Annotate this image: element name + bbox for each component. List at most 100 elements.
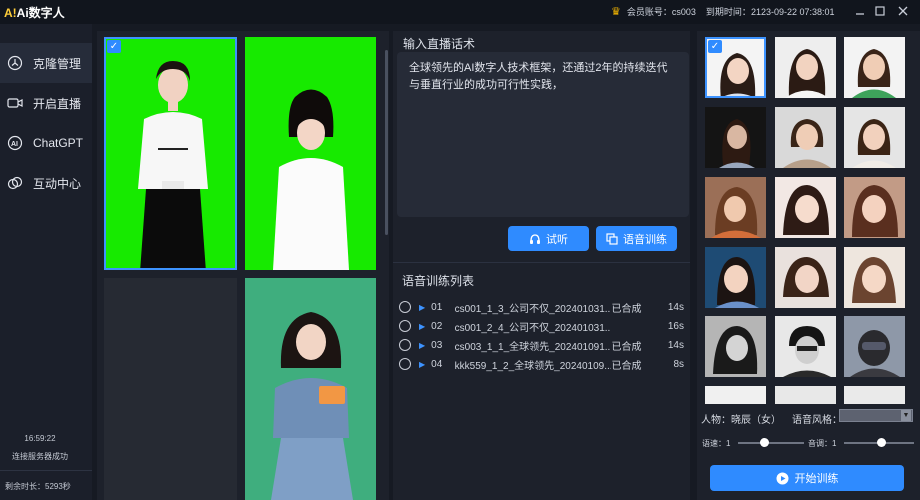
avatar-photo — [719, 119, 755, 168]
interaction-icon — [7, 175, 23, 191]
avatar-figure — [138, 61, 208, 268]
play-icon[interactable]: ▶ — [419, 322, 425, 331]
voice-status: 已合成 — [611, 303, 642, 315]
speed-label: 语速：1 — [702, 439, 731, 448]
voice-list-item[interactable]: ▶ 04 kkk559_1_2_全球领先_20240109... 已合成 8s — [399, 355, 684, 373]
sidebar-item-clone[interactable]: 克隆管理 — [0, 43, 92, 83]
radio-button[interactable] — [399, 358, 411, 370]
clone-icon — [7, 55, 23, 71]
avatar-figure — [273, 89, 349, 270]
title-bar: A!Ai数字人 ♛ 会员账号： cs003 到期时间： 2123-09-22 0… — [0, 0, 920, 24]
voice-list-title: 语音训练列表 — [402, 274, 475, 288]
avatar-photo — [785, 49, 829, 98]
video-thumb-1[interactable]: ✓ — [104, 37, 237, 270]
play-icon[interactable]: ▶ — [419, 303, 425, 312]
avatar-thumb[interactable] — [844, 386, 905, 404]
volume-slider-handle[interactable] — [876, 438, 886, 447]
sidebar-item-interaction[interactable]: 互动中心 — [0, 163, 92, 203]
voice-number: 01 — [431, 301, 443, 313]
avatar-thumb[interactable] — [705, 247, 766, 308]
avatar-thumb[interactable] — [705, 107, 766, 168]
video-thumb-empty[interactable] — [104, 278, 237, 500]
voice-list-item[interactable]: ▶ 02 cs001_2_4_公司不仅_202401031... 16s — [399, 317, 684, 335]
avatar-photo — [783, 326, 831, 377]
voice-name: cs001_1_3_公司不仅_202401031... — [454, 303, 612, 315]
voice-style-select[interactable]: ▼ — [839, 409, 913, 422]
avatar-thumb[interactable] — [775, 316, 836, 377]
maximize-button[interactable] — [871, 3, 889, 21]
voice-number: 04 — [431, 358, 443, 370]
avatar-photo — [850, 330, 900, 377]
voice-duration: 8s — [673, 358, 684, 370]
play-icon[interactable]: ▶ — [419, 360, 425, 369]
voice-name: cs003_1_1_全球领先_202401091... — [454, 341, 612, 353]
start-training-label: 开始训练 — [794, 473, 839, 485]
avatar-photo — [783, 119, 831, 168]
voice-name: kkk559_1_2_全球领先_20240109... — [454, 360, 612, 372]
avatar-thumb[interactable] — [705, 316, 766, 377]
speed-slider[interactable] — [738, 442, 804, 444]
divider — [393, 262, 690, 263]
avatar-thumb[interactable]: ✓ — [705, 37, 766, 98]
video-camera-icon — [7, 95, 23, 111]
app-window: A!Ai数字人 ♛ 会员账号： cs003 到期时间： 2123-09-22 0… — [0, 0, 920, 500]
app-title: Ai数字人 — [16, 6, 65, 20]
account-info: ♛ 会员账号： cs003 到期时间： 2123-09-22 07:38:01 — [611, 5, 835, 18]
speed-slider-handle[interactable] — [759, 438, 769, 447]
avatar-thumb[interactable] — [705, 177, 766, 238]
voice-name: cs001_2_4_公司不仅_202401031... — [454, 322, 612, 334]
radio-button[interactable] — [399, 339, 411, 351]
avatar-figure — [271, 312, 353, 500]
maximize-icon — [875, 6, 885, 16]
avatar-thumb[interactable] — [844, 177, 905, 238]
sidebar-item-label: ChatGPT — [33, 136, 84, 150]
radio-button[interactable] — [399, 320, 411, 332]
avatar-thumb[interactable] — [775, 37, 836, 98]
play-icon[interactable]: ▶ — [419, 341, 425, 350]
listen-label: 试听 — [546, 233, 568, 246]
crown-icon: ♛ — [611, 6, 621, 18]
avatar-thumb[interactable] — [775, 107, 836, 168]
avatar-photo — [852, 49, 896, 98]
start-training-button[interactable]: 开始训练 — [710, 465, 904, 491]
listen-button[interactable]: 试听 — [508, 226, 589, 251]
voice-train-icon — [606, 232, 618, 245]
avatar-thumb[interactable] — [844, 247, 905, 308]
radio-button[interactable] — [399, 301, 411, 313]
logo-mark: A! — [4, 6, 17, 20]
avatar-thumb[interactable] — [844, 107, 905, 168]
avatar-photo — [715, 257, 759, 308]
close-button[interactable] — [894, 3, 912, 21]
avatar-photo — [852, 257, 896, 303]
avatar-photo — [713, 326, 758, 374]
video-thumb-3[interactable] — [245, 278, 376, 500]
sidebar-item-chatgpt[interactable]: AI ChatGPT — [0, 123, 92, 163]
expire-value: 2123-09-22 07:38:01 — [750, 6, 835, 17]
voice-train-label: 语音训练 — [623, 233, 667, 246]
voice-list-item[interactable]: ▶ 03 cs003_1_1_全球领先_202401091... 已合成 14s — [399, 336, 684, 354]
app-logo: A!Ai数字人 — [4, 4, 65, 21]
minimize-button[interactable] — [851, 3, 869, 21]
script-textarea[interactable]: 全球领先的AI数字人技术框架，还通过2年的持续迭代与垂直行业的成功可行性实践， — [397, 52, 689, 217]
expire-label: 到期时间： — [705, 7, 751, 17]
volume-label: 音调：1 — [808, 439, 837, 448]
avatar-thumb[interactable] — [775, 386, 836, 404]
avatar-thumb[interactable] — [705, 386, 766, 404]
avatar-thumb[interactable] — [844, 37, 905, 98]
divider — [0, 470, 92, 471]
check-icon: ✓ — [708, 40, 722, 53]
video-scrollbar[interactable] — [385, 50, 388, 235]
avatar-thumb[interactable] — [775, 177, 836, 238]
account-value: cs003 — [671, 6, 696, 17]
avatar-thumb[interactable] — [844, 316, 905, 377]
voice-train-button[interactable]: 语音训练 — [596, 226, 677, 251]
video-thumb-2[interactable] — [245, 37, 376, 270]
voice-number: 02 — [431, 320, 443, 332]
avatar-photo — [783, 185, 829, 235]
voice-list-item[interactable]: ▶ 01 cs001_1_3_公司不仅_202401031... 已合成 14s — [399, 298, 684, 316]
avatar-thumb[interactable] — [775, 247, 836, 308]
voice-duration: 14s — [667, 339, 684, 351]
play-circle-icon — [776, 472, 788, 484]
sidebar-item-live[interactable]: 开启直播 — [0, 83, 92, 123]
voice-duration: 14s — [667, 301, 684, 313]
